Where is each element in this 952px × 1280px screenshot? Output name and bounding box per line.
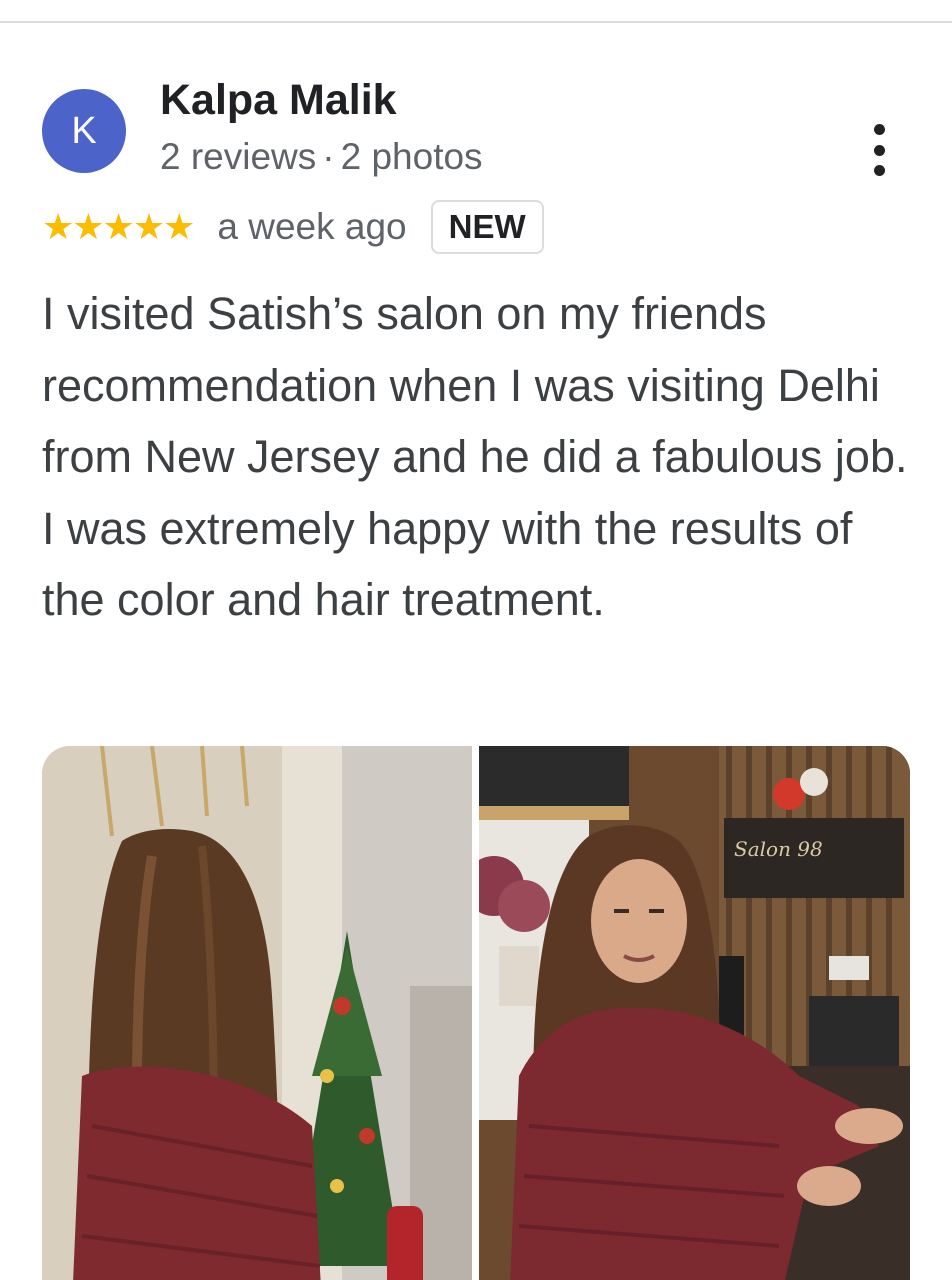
salon-sign-text: Salon 98 bbox=[734, 837, 823, 861]
review-card: K Kalpa Malik 2 reviews · 2 photos ★★★★★ a… bbox=[0, 0, 952, 1280]
reviewer-meta: 2 reviews · 2 photos bbox=[160, 136, 483, 178]
avatar-letter: K bbox=[71, 109, 97, 152]
reviewer-name[interactable]: Kalpa Malik bbox=[160, 76, 397, 125]
rating-row: ★★★★★ a week ago NEW bbox=[42, 198, 544, 256]
avatar[interactable]: K bbox=[42, 89, 126, 173]
photo-2-image: Salon 98 bbox=[479, 746, 910, 1280]
review-text: I visited Satish’s salon on my friends r… bbox=[42, 288, 908, 625]
photos-count: 2 photos bbox=[340, 136, 483, 177]
more-vert-icon-dot bbox=[873, 144, 885, 156]
reviews-count: 2 reviews bbox=[160, 136, 317, 177]
photo-1-image bbox=[42, 746, 472, 1280]
star-rating-icon: ★★★★★ bbox=[42, 206, 195, 248]
meta-separator: · bbox=[322, 136, 335, 177]
review-time: a week ago bbox=[217, 206, 407, 247]
review-photo-1[interactable] bbox=[42, 746, 472, 1280]
divider bbox=[0, 21, 952, 23]
review-photo-2[interactable]: Salon 98 bbox=[479, 746, 910, 1280]
more-options-button[interactable] bbox=[860, 120, 898, 180]
more-vert-icon bbox=[873, 124, 885, 135]
new-badge: NEW bbox=[430, 200, 544, 254]
more-vert-icon-dot bbox=[873, 165, 885, 176]
